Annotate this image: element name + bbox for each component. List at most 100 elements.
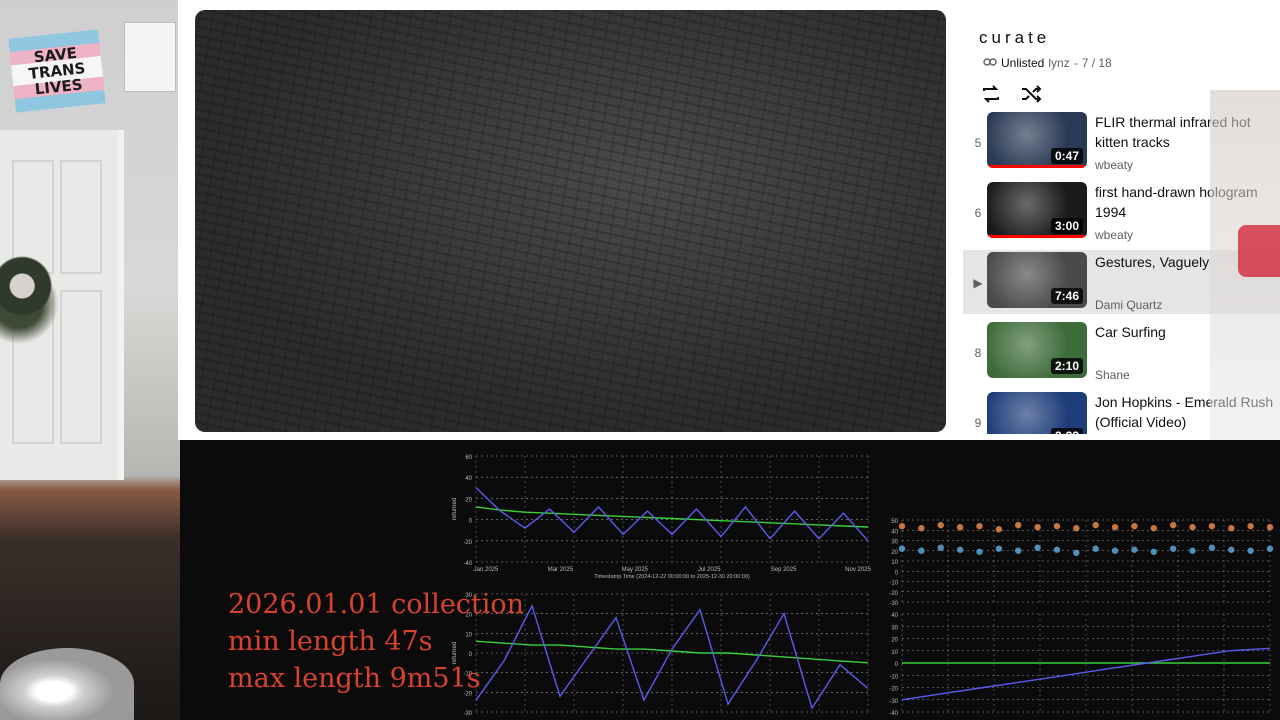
webcam-background: SAVE TRANS LIVES: [0, 0, 180, 720]
video-thumbnail[interactable]: 2:10: [987, 322, 1087, 378]
data-point: [1150, 548, 1157, 555]
data-point: [1015, 521, 1022, 529]
video-duration: 7:46: [1050, 288, 1083, 304]
video-duration: 3:00: [1050, 218, 1083, 234]
x-tick-label: Mar 2025: [548, 567, 574, 573]
data-point: [1092, 521, 1099, 529]
data-point: [1169, 521, 1177, 529]
data-point: [1266, 545, 1274, 552]
series-line: [475, 603, 869, 710]
video-duration: 3:23: [1050, 428, 1083, 434]
y-tick-label: 40: [465, 476, 472, 482]
y-tick-label: 20: [891, 550, 898, 556]
playlist-item-index: ▶: [973, 276, 983, 290]
playlist-item-index: 6: [974, 206, 982, 220]
video-title[interactable]: FLIR thermal infrared hot kitten tracks: [1095, 112, 1277, 152]
playlist-panel: curate Unlisted lynz - 7 / 18 5 0:47 FLIR …: [963, 12, 1280, 434]
video-duration: 2:10: [1050, 358, 1083, 374]
collection-caption: 2026.01.01 collection min length 47s max…: [228, 586, 524, 697]
shuffle-button[interactable]: [1019, 82, 1043, 106]
data-point: [1073, 549, 1080, 556]
video-channel[interactable]: Dami Quartz: [1095, 298, 1162, 312]
y-tick-label: -20: [463, 540, 472, 546]
data-point: [1092, 545, 1099, 552]
y-tick-label: 10: [891, 560, 898, 566]
webcam-overlay-object: [1238, 225, 1280, 277]
data-point: [1266, 523, 1274, 531]
link-icon: [983, 56, 997, 70]
wall-note: [124, 22, 176, 92]
visibility-label: Unlisted: [1001, 56, 1045, 70]
caption-line-1: 2026.01.01 collection: [228, 589, 525, 620]
playlist-item[interactable]: 5 0:47 FLIR thermal infrared hot kitten tr…: [963, 110, 1280, 174]
x-tick-label: Sep 2025: [771, 567, 797, 573]
data-point: [1111, 523, 1119, 531]
watched-progress: [987, 165, 1087, 168]
y-tick-label: 0: [895, 662, 899, 668]
data-point: [1150, 525, 1157, 532]
x-axis-label: Timestamp Time (2024-12-22 00:00:00 to 2…: [594, 574, 750, 580]
y-tick-label: -30: [889, 601, 898, 607]
y-tick-label: -40: [463, 561, 472, 567]
data-point: [976, 548, 983, 555]
data-point: [937, 544, 944, 551]
playlist-item[interactable]: 9 3:23 Jon Hopkins - Emerald Rush (Officia…: [963, 390, 1280, 434]
data-point: [1053, 522, 1061, 530]
x-tick-label: Jul 2025: [698, 567, 721, 573]
data-point: [1189, 547, 1196, 554]
data-point: [956, 523, 964, 531]
x-tick-label: Nov 2025: [845, 567, 871, 573]
video-channel[interactable]: wbeaty: [1095, 158, 1133, 172]
watched-progress: [987, 235, 1087, 238]
loop-button[interactable]: [979, 82, 1003, 106]
data-point: [898, 545, 906, 552]
video-channel[interactable]: Shane: [1095, 368, 1130, 382]
y-tick-label: 40: [891, 613, 898, 619]
youtube-panel: curate Unlisted lynz - 7 / 18 5 0:47 FLIR …: [178, 0, 1280, 440]
video-player[interactable]: [195, 10, 946, 432]
video-title[interactable]: first hand-drawn hologram 1994: [1095, 182, 1277, 222]
video-thumbnail[interactable]: 3:23: [987, 392, 1087, 434]
meta-separator: -: [1073, 56, 1078, 70]
playlist-item-index: 5: [974, 136, 982, 150]
playlist-item[interactable]: ▶ 7:46 Gestures, Vaguely Dami Quartz: [963, 250, 1280, 314]
video-thumbnail[interactable]: 0:47: [987, 112, 1087, 168]
playlist-title[interactable]: curate: [979, 28, 1050, 48]
data-point: [1073, 525, 1080, 532]
y-tick-label: 60: [465, 455, 472, 461]
caption-line-3: max length 9m51s: [228, 663, 481, 694]
y-tick-label: 30: [891, 625, 898, 631]
wreath: [0, 232, 74, 352]
playlist-position: 7 / 18: [1081, 56, 1112, 70]
video-title[interactable]: Car Surfing: [1095, 322, 1277, 342]
caption-line-2: min length 47s: [228, 626, 433, 657]
data-point: [1034, 523, 1041, 531]
data-point: [1169, 545, 1177, 552]
y-tick-label: -20: [889, 687, 898, 693]
y-tick-label: 0: [895, 570, 899, 576]
video-channel[interactable]: wbeaty: [1095, 228, 1133, 242]
y-tick-label: 20: [891, 638, 898, 644]
playlist-item[interactable]: 6 3:00 first hand-drawn hologram 1994 wbeat…: [963, 180, 1280, 244]
pride-poster: SAVE TRANS LIVES: [8, 29, 106, 113]
playlist-item[interactable]: 8 2:10 Car Surfing Shane: [963, 320, 1280, 384]
y-tick-label: -10: [889, 674, 898, 680]
data-point: [976, 522, 983, 530]
y-tick-label: 0: [469, 519, 473, 525]
video-title[interactable]: Jon Hopkins - Emerald Rush (Official Vid…: [1095, 392, 1277, 432]
data-point: [1131, 546, 1138, 553]
y-tick-label: 30: [891, 540, 898, 546]
y-tick-label: 10: [891, 650, 898, 656]
y-tick-label: -40: [889, 711, 898, 717]
data-point: [918, 525, 925, 532]
loop-icon: [983, 85, 999, 103]
data-point: [956, 546, 964, 553]
video-thumbnail[interactable]: 3:00: [987, 182, 1087, 238]
chart-scatter: -30 -20 -10 0 10 20 30 40 50: [884, 512, 1276, 608]
y-axis-label: returned: [452, 498, 458, 520]
video-duration: 0:47: [1050, 148, 1083, 164]
playlist-owner[interactable]: lynz: [1048, 56, 1069, 70]
video-thumbnail[interactable]: 7:46: [987, 252, 1087, 308]
chart-returned-1: -40 -20 0 20 40 60 returned Jan 2025 Mar 2025 May…: [448, 448, 874, 584]
data-point: [1247, 522, 1254, 530]
